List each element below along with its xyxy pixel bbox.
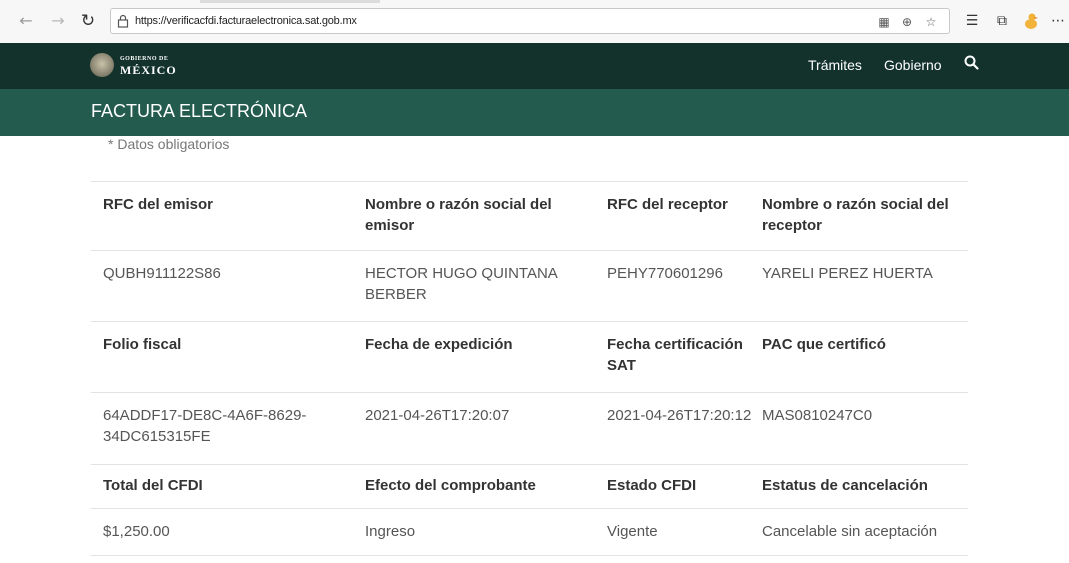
gov-header: GOBIERNO DE MÉXICO Trámites Gobierno [0, 43, 1069, 89]
header-cell: Estado CFDI [607, 477, 697, 494]
data-cell: $1,250.00 [103, 523, 170, 540]
logo-small-text: GOBIERNO DE [120, 56, 169, 62]
data-cell: PEHY770601296 [607, 265, 723, 282]
search-icon[interactable] [963, 54, 981, 72]
table-row: $1,250.00 Ingreso Vigente Cancelable sin… [91, 508, 968, 556]
table-header-row: RFC del emisor Nombre o razón social del… [91, 181, 968, 250]
zoom-icon[interactable]: ⊕ [899, 14, 915, 30]
page-title: FACTURA ELECTRÓNICA [91, 101, 308, 121]
data-cell: 64ADDF17-DE8C-4A6F-8629-34DC615315FE [103, 407, 307, 445]
reload-icon[interactable]: ↻ [80, 12, 96, 30]
header-cell: Estatus de cancelación [762, 477, 928, 494]
browser-toolbar: ← → ↻ https://verificacfdi.facturaelectr… [0, 0, 1069, 43]
table-row: 64ADDF17-DE8C-4A6F-8629-34DC615315FE 202… [91, 392, 968, 464]
data-cell: Vigente [607, 523, 658, 540]
collections-icon[interactable]: ⧉ [993, 12, 1011, 30]
table-row: QUBH911122S86 HECTOR HUGO QUINTANA BERBE… [91, 250, 968, 321]
header-cell: Total del CFDI [103, 477, 203, 494]
data-cell: Cancelable sin aceptación [762, 523, 938, 540]
header-cell: RFC del emisor [103, 196, 214, 213]
data-cell: 2021-04-26T17:20:12 [607, 407, 752, 424]
back-icon[interactable]: ← [18, 12, 34, 30]
header-cell: Fecha de expedición [365, 336, 513, 353]
cfdi-table: RFC del emisor Nombre o razón social del… [91, 181, 968, 556]
header-cell: Folio fiscal [103, 336, 182, 353]
header-cell: RFC del receptor [607, 196, 728, 213]
nav-link-tramites[interactable]: Trámites [808, 57, 862, 73]
data-cell: YARELI PEREZ HUERTA [762, 265, 933, 282]
required-fields-note: * Datos obligatorios [108, 136, 230, 152]
data-cell: Ingreso [365, 523, 416, 540]
table-header-row: Folio fiscal Fecha de expedición Fecha c… [91, 321, 968, 392]
header-cell: Nombre o razón social del receptor [762, 196, 949, 234]
data-cell: 2021-04-26T17:20:07 [365, 407, 510, 424]
header-cell: Fecha certificación SAT [607, 336, 743, 374]
header-cell: PAC que certificó [762, 336, 886, 353]
address-bar[interactable]: https://verificacfdi.facturaelectronica.… [110, 8, 950, 34]
table-header-row: Total del CFDI Efecto del comprobante Es… [91, 464, 968, 508]
data-cell: QUBH911122S86 [103, 265, 221, 282]
duck-avatar-icon [1025, 13, 1038, 29]
sub-header: FACTURA ELECTRÓNICA [0, 89, 1069, 136]
data-cell: HECTOR HUGO QUINTANA BERBER [365, 265, 557, 303]
header-cell: Efecto del comprobante [365, 477, 536, 494]
url-text: https://verificacfdi.facturaelectronica.… [135, 15, 357, 27]
active-tab-indicator [200, 0, 380, 3]
more-icon[interactable]: ⋯ [1049, 12, 1067, 30]
data-cell: MAS0810247C0 [762, 407, 873, 424]
header-cell: Nombre o razón social del emisor [365, 196, 552, 234]
logo-big-text: MÉXICO [120, 63, 177, 77]
forward-icon[interactable]: → [50, 12, 66, 30]
favorite-icon[interactable]: ☆ [923, 14, 939, 30]
seal-icon [90, 53, 114, 77]
lock-icon [117, 14, 129, 28]
qr-icon[interactable]: ▦ [876, 14, 892, 30]
favorites-list-icon[interactable]: ☰ [963, 12, 981, 30]
profile-icon[interactable] [1022, 12, 1040, 30]
nav-link-gobierno[interactable]: Gobierno [884, 57, 942, 73]
